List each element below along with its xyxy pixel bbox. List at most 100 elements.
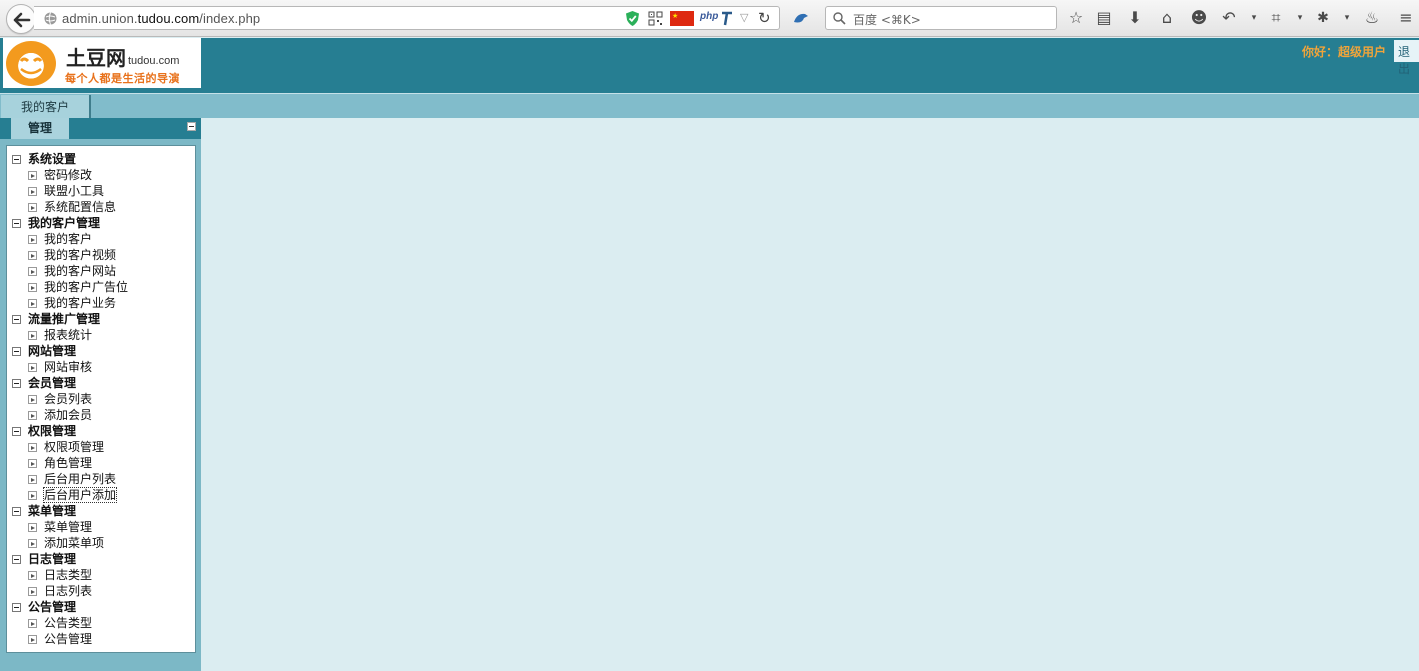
tree-item-label[interactable]: 权限项管理 — [44, 440, 104, 454]
tree-item-label[interactable]: 我的客户业务 — [44, 296, 116, 310]
collapse-box-icon[interactable] — [12, 507, 21, 516]
tree-item[interactable]: 系统配置信息 — [7, 199, 195, 215]
back-button[interactable] — [6, 4, 36, 34]
tree-item[interactable]: 我的客户业务 — [7, 295, 195, 311]
tree-group-label[interactable]: 网站管理 — [28, 344, 76, 358]
menu-icon[interactable]: ≡ — [1396, 8, 1416, 28]
tree-item[interactable]: 权限项管理 — [7, 439, 195, 455]
home-icon[interactable]: ⌂ — [1157, 8, 1177, 28]
tree-group-header[interactable]: 网站管理 — [7, 343, 195, 359]
tree-item[interactable]: 网站审核 — [7, 359, 195, 375]
qr-code-icon[interactable] — [648, 11, 663, 26]
tree-item[interactable]: 联盟小工具 — [7, 183, 195, 199]
collapse-box-icon[interactable] — [12, 603, 21, 612]
tree-item-label[interactable]: 我的客户视频 — [44, 248, 116, 262]
tree-group-header[interactable]: 权限管理 — [7, 423, 195, 439]
sidebar-tab-manage[interactable]: 管理 — [11, 118, 69, 139]
tampermonkey-icon[interactable] — [720, 10, 734, 27]
chat-icon[interactable]: ☻ — [1189, 8, 1209, 28]
tree-item[interactable]: 我的客户广告位 — [7, 279, 195, 295]
tree-item-label[interactable]: 系统配置信息 — [44, 200, 116, 214]
bug-icon[interactable]: ✱ — [1313, 8, 1333, 28]
tree-item-label[interactable]: 添加菜单项 — [44, 536, 104, 550]
tree-item[interactable]: 菜单管理 — [7, 519, 195, 535]
tree-group-header[interactable]: 会员管理 — [7, 375, 195, 391]
address-bar[interactable]: admin.union.tudou.com/index.php ★ php ▽ … — [34, 6, 780, 30]
tree-item-label[interactable]: 日志列表 — [44, 584, 92, 598]
dropdown-triangle-icon[interactable]: ▽ — [740, 11, 748, 24]
tree-item-label[interactable]: 后台用户列表 — [44, 472, 116, 486]
tree-item[interactable]: 密码修改 — [7, 167, 195, 183]
reload-icon[interactable]: ↻ — [758, 9, 771, 27]
tree-item-label[interactable]: 添加会员 — [44, 408, 92, 422]
collapse-box-icon[interactable] — [12, 219, 21, 228]
collapse-box-icon[interactable] — [12, 427, 21, 436]
tree-item[interactable]: 报表统计 — [7, 327, 195, 343]
tree-item-label[interactable]: 我的客户网站 — [44, 264, 116, 278]
tree-item-label[interactable]: 报表统计 — [44, 328, 92, 342]
tree-group-header[interactable]: 流量推广管理 — [7, 311, 195, 327]
tree-item[interactable]: 角色管理 — [7, 455, 195, 471]
tree-item[interactable]: 公告类型 — [7, 615, 195, 631]
php-extension-icon[interactable]: php — [700, 11, 718, 22]
tree-item[interactable]: 会员列表 — [7, 391, 195, 407]
ghost-icon[interactable]: ♨ — [1362, 8, 1382, 28]
tree-group-label[interactable]: 系统设置 — [28, 152, 76, 166]
tree-group-header[interactable]: 日志管理 — [7, 551, 195, 567]
reading-list-icon[interactable]: ▤ — [1094, 8, 1114, 28]
tudou-logo[interactable]: 土豆网 tudou.com 每个人都是生活的导演 — [3, 38, 201, 88]
shield-check-icon[interactable] — [625, 10, 640, 27]
collapse-box-icon[interactable] — [12, 555, 21, 564]
tree-group-label[interactable]: 菜单管理 — [28, 504, 76, 518]
logout-button[interactable]: 退出 — [1394, 40, 1419, 76]
tree-group-label[interactable]: 流量推广管理 — [28, 312, 100, 326]
extension-bird-icon[interactable] — [791, 9, 811, 29]
tree-item-label[interactable]: 会员列表 — [44, 392, 92, 406]
download-icon[interactable]: ⬇ — [1125, 8, 1145, 28]
tree-group-label[interactable]: 我的客户管理 — [28, 216, 100, 230]
tree-group-header[interactable]: 公告管理 — [7, 599, 195, 615]
tree-item-label[interactable]: 网站审核 — [44, 360, 92, 374]
tree-item[interactable]: 后台用户列表 — [7, 471, 195, 487]
tree-item[interactable]: 日志列表 — [7, 583, 195, 599]
tree-item-label[interactable]: 联盟小工具 — [44, 184, 104, 198]
search-input[interactable]: 百度 <⌘K> — [825, 6, 1057, 30]
collapse-box-icon[interactable] — [12, 155, 21, 164]
crop-dropdown-icon[interactable]: ▾ — [1290, 8, 1310, 28]
tree-group-label[interactable]: 公告管理 — [28, 600, 76, 614]
tree-item[interactable]: 我的客户视频 — [7, 247, 195, 263]
collapse-box-icon[interactable] — [12, 379, 21, 388]
tree-item-label[interactable]: 后台用户添加 — [42, 487, 118, 503]
collapse-box-icon[interactable] — [12, 315, 21, 324]
tree-group-label[interactable]: 会员管理 — [28, 376, 76, 390]
tree-item[interactable]: 日志类型 — [7, 567, 195, 583]
tree-item-label[interactable]: 角色管理 — [44, 456, 92, 470]
tree-item[interactable]: 添加会员 — [7, 407, 195, 423]
crop-icon[interactable]: ⌗ — [1266, 8, 1286, 28]
tree-group-label[interactable]: 权限管理 — [28, 424, 76, 438]
bug-dropdown-icon[interactable]: ▾ — [1337, 8, 1357, 28]
undo-dropdown-icon[interactable]: ▾ — [1244, 8, 1264, 28]
tree-item[interactable]: 公告管理 — [7, 631, 195, 647]
tree-group-header[interactable]: 系统设置 — [7, 151, 195, 167]
tree-item-label[interactable]: 我的客户广告位 — [44, 280, 128, 294]
collapse-icon[interactable] — [187, 122, 196, 131]
tree-item-label[interactable]: 菜单管理 — [44, 520, 92, 534]
tree-group-header[interactable]: 菜单管理 — [7, 503, 195, 519]
tree-item-label[interactable]: 公告类型 — [44, 616, 92, 630]
tree-item-label[interactable]: 密码修改 — [44, 168, 92, 182]
bookmark-star-icon[interactable]: ☆ — [1066, 8, 1086, 28]
tree-item-label[interactable]: 公告管理 — [44, 632, 92, 646]
china-flag-icon[interactable]: ★ — [670, 11, 694, 26]
tree-item[interactable]: 我的客户网站 — [7, 263, 195, 279]
tree-item[interactable]: 添加菜单项 — [7, 535, 195, 551]
tree-item-label[interactable]: 日志类型 — [44, 568, 92, 582]
tree-item[interactable]: 后台用户添加 — [7, 487, 195, 503]
collapse-box-icon[interactable] — [12, 347, 21, 356]
tree-group-label[interactable]: 日志管理 — [28, 552, 76, 566]
tree-item[interactable]: 我的客户 — [7, 231, 195, 247]
tab-my-customers[interactable]: 我的客户 — [1, 95, 91, 119]
tree-group-header[interactable]: 我的客户管理 — [7, 215, 195, 231]
tree-item-label[interactable]: 我的客户 — [44, 232, 92, 246]
undo-icon[interactable]: ↶ — [1219, 8, 1239, 28]
